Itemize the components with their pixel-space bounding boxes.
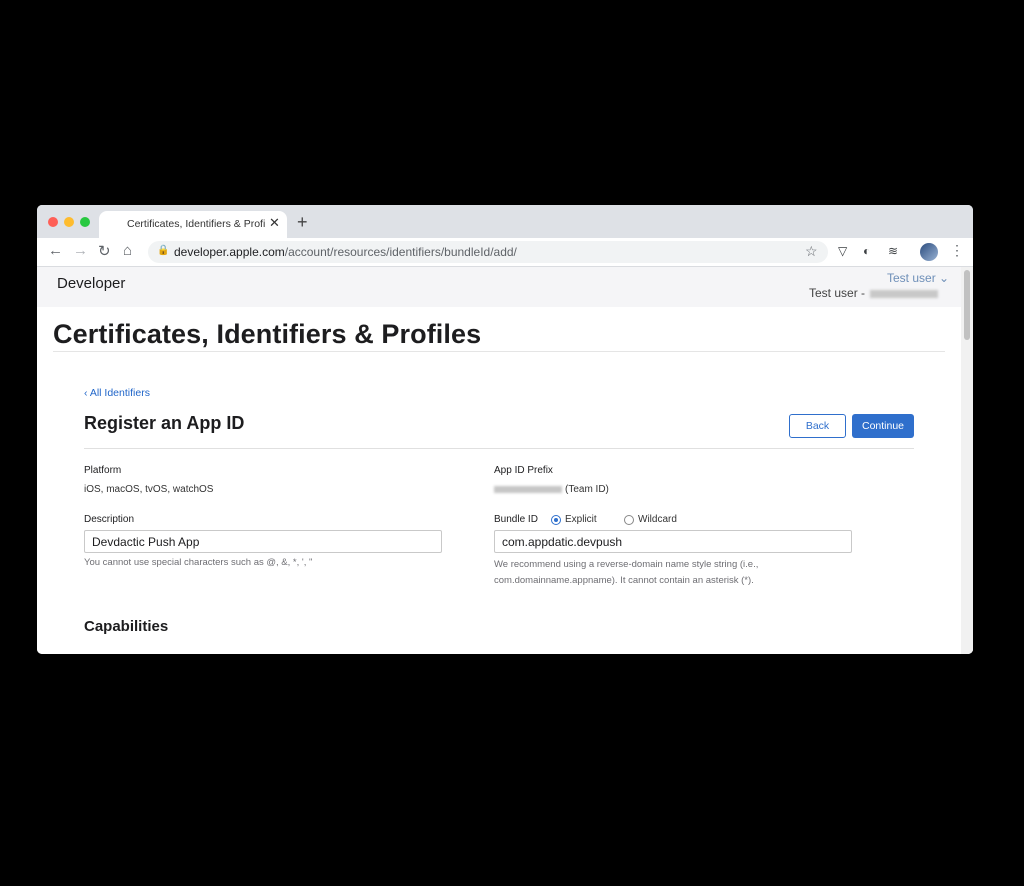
url-text[interactable]: developer.apple.com/account/resources/id…	[174, 245, 517, 259]
explicit-radio[interactable]: Explicit	[551, 514, 597, 525]
pocket-icon[interactable]: ▽	[838, 244, 847, 258]
user-menu[interactable]: Test user ⌄	[887, 271, 949, 285]
browser-toolbar: ← → ↻ ⌂ 🔒 developer.apple.com/account/re…	[37, 238, 973, 267]
minimize-window-button[interactable]	[64, 217, 74, 227]
divider	[84, 448, 914, 449]
prefix-label: App ID Prefix	[494, 465, 553, 476]
home-icon[interactable]: ⌂	[123, 242, 132, 259]
team-selector[interactable]: Test user -	[809, 286, 939, 300]
page-title: Certificates, Identifiers & Profiles	[53, 319, 482, 349]
active-tab[interactable]: Certificates, Identifiers & Profiles ✕	[99, 211, 287, 238]
new-tab-icon[interactable]: +	[297, 212, 308, 233]
bundle-hint-line-2: com.domainname.appname). It cannot conta…	[494, 575, 754, 586]
radio-checked-icon[interactable]	[551, 514, 561, 525]
all-identifiers-link[interactable]: ‹ All Identifiers	[84, 387, 150, 399]
developer-header: Developer Test user ⌄ Test user -	[37, 267, 961, 307]
url-host: developer.apple.com	[174, 245, 285, 259]
description-label: Description	[84, 514, 135, 525]
reload-icon[interactable]: ↻	[98, 242, 111, 260]
scrollbar-thumb[interactable]	[964, 270, 970, 340]
lock-icon: 🔒	[157, 245, 170, 256]
prefix-value: (Team ID)	[494, 484, 609, 495]
page-content: Developer Test user ⌄ Test user - Certif…	[37, 267, 973, 654]
continue-button[interactable]: Continue	[852, 414, 914, 438]
close-tab-icon[interactable]: ✕	[269, 215, 280, 231]
forward-arrow-icon[interactable]: →	[73, 242, 88, 259]
more-menu-icon[interactable]: ⋮	[950, 242, 964, 259]
back-arrow-icon[interactable]: ←	[48, 242, 63, 259]
bookmark-star-icon[interactable]: ☆	[805, 243, 818, 260]
team-label: Test user -	[809, 286, 866, 300]
close-window-button[interactable]	[48, 217, 58, 227]
tab-strip: Certificates, Identifiers & Profiles ✕ +	[37, 205, 973, 238]
platform-value: iOS, macOS, tvOS, watchOS	[84, 484, 214, 495]
team-id-redacted	[494, 485, 562, 493]
wildcard-radio[interactable]: Wildcard	[624, 514, 677, 525]
description-hint: You cannot use special characters such a…	[84, 557, 313, 568]
profile-avatar[interactable]	[920, 243, 938, 261]
url-path: /account/resources/identifiers/bundleId/…	[284, 245, 517, 259]
bundle-hint-line-1: We recommend using a reverse-domain name…	[494, 559, 759, 570]
section-title: Register an App ID	[84, 413, 245, 433]
bundle-id-label: Bundle ID	[494, 514, 538, 525]
bundle-id-input[interactable]	[494, 530, 852, 553]
back-button[interactable]: Back	[789, 414, 846, 438]
wildcard-label: Wildcard	[638, 514, 677, 525]
platform-label: Platform	[84, 465, 122, 476]
zoom-window-button[interactable]	[80, 217, 90, 227]
capabilities-title: Capabilities	[84, 618, 169, 635]
buffer-icon[interactable]: ≋	[888, 244, 898, 258]
radio-unchecked-icon[interactable]	[624, 514, 634, 525]
explicit-label: Explicit	[565, 514, 597, 525]
description-input[interactable]	[84, 530, 442, 553]
tab-title: Certificates, Identifiers & Profiles	[127, 218, 265, 230]
user-name: Test user	[887, 271, 936, 285]
developer-logo[interactable]: Developer	[53, 275, 125, 292]
team-id-redacted	[870, 289, 939, 298]
dark-reader-icon[interactable]: ◐	[863, 244, 870, 258]
browser-window: Certificates, Identifiers & Profiles ✕ +…	[37, 205, 973, 654]
chevron-down-icon: ⌄	[939, 271, 950, 285]
prefix-suffix: (Team ID)	[565, 484, 609, 495]
divider	[53, 351, 945, 352]
address-bar[interactable]: 🔒 developer.apple.com/account/resources/…	[148, 241, 828, 263]
brand-name: Developer	[57, 275, 126, 292]
